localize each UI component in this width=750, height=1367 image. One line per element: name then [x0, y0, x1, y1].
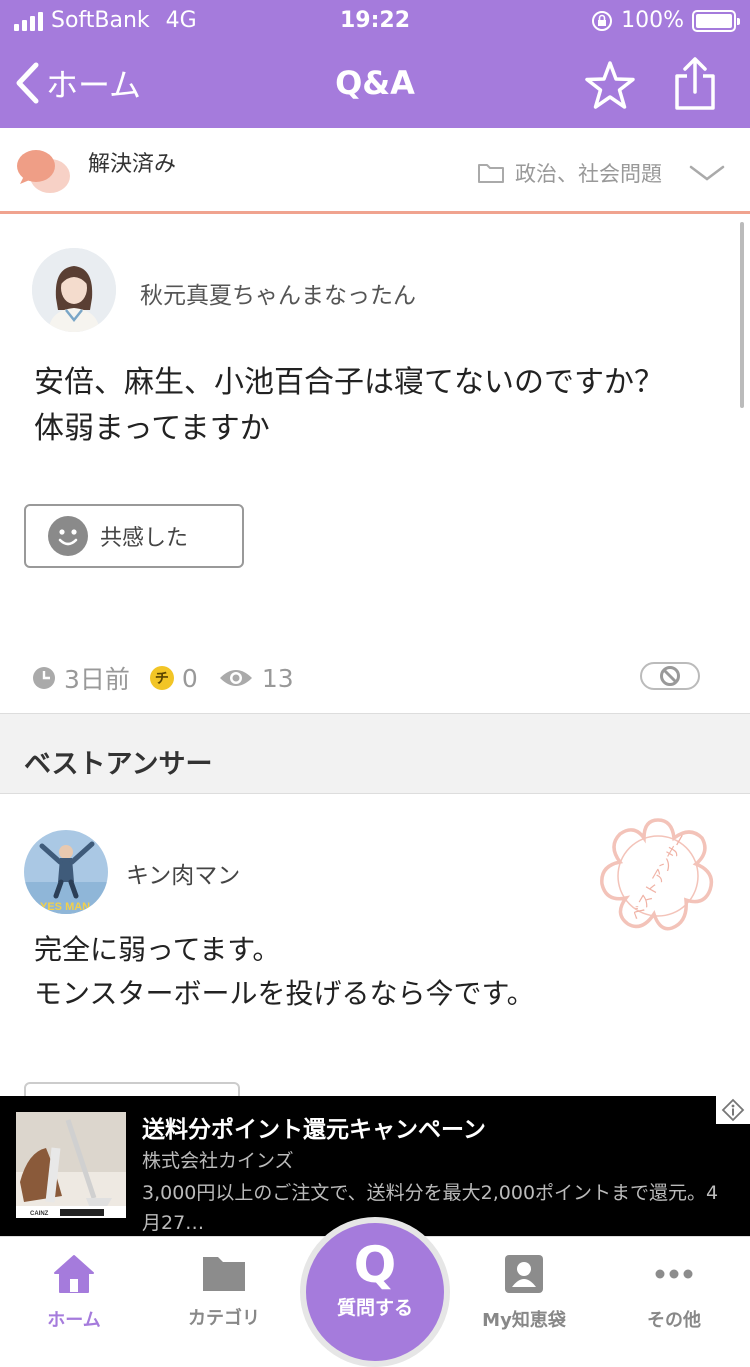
tab-label: My知恵袋	[482, 1310, 566, 1331]
tab-category[interactable]: カテゴリ	[164, 1253, 284, 1330]
answer-empathy-button[interactable]	[24, 1082, 240, 1096]
share-icon	[675, 57, 715, 110]
folder-icon	[203, 1257, 245, 1291]
ask-question-button[interactable]: Q 質問する	[300, 1217, 450, 1367]
status-bar: SoftBank 4G 19:22 100%	[0, 0, 750, 42]
best-answer-header: ベストアンサー	[0, 714, 750, 794]
more-icon	[655, 1269, 693, 1279]
answer-card: YES MAN キン肉マン ベストアンサー 完全に弱ってます。 モンスターボール…	[0, 794, 750, 1096]
answer-author[interactable]: キン肉マン	[126, 856, 240, 890]
battery-percent: 100%	[621, 8, 684, 33]
user-photo	[32, 248, 116, 332]
smile-icon	[48, 516, 88, 556]
resolved-label: 解決済み	[88, 152, 177, 177]
user-photo: YES MAN	[24, 830, 108, 914]
category-selector[interactable]: 政治、社会問題	[477, 158, 726, 188]
empathy-button[interactable]: 共感した	[24, 504, 244, 568]
share-button[interactable]	[672, 56, 718, 116]
ad-banner[interactable]: CAINZ 送料分ポイント還元キャンペーン 株式会社カインズ 3,000円以上の…	[0, 1096, 750, 1236]
coin-icon: チ	[149, 666, 174, 690]
question-card: 秋元真夏ちゃんまなったん 安倍、麻生、小池百合子は寝てないのですか？ 体弱まって…	[0, 214, 750, 714]
tab-home[interactable]: ホーム	[14, 1253, 134, 1332]
tab-my-chiebukuro[interactable]: My知恵袋	[464, 1253, 584, 1332]
ad-title[interactable]: 送料分ポイント還元キャンペーン	[142, 1110, 486, 1144]
ad-description: 3,000円以上のご注文で、送料分を最大2,000ポイントまで還元。4月27…	[142, 1182, 719, 1234]
ask-label: 質問する	[336, 1297, 413, 1319]
eye-icon	[219, 670, 252, 686]
report-button[interactable]	[640, 662, 700, 690]
home-icon	[54, 1255, 94, 1293]
question-author[interactable]: 秋元真夏ちゃんまなったん	[140, 276, 416, 310]
question-meta: 3日前 チ 0 13	[32, 660, 294, 696]
battery-icon	[692, 9, 740, 32]
posted-time: 3日前	[64, 665, 130, 694]
speech-bubbles-icon	[17, 150, 70, 193]
clock-icon	[33, 667, 55, 689]
tab-label: カテゴリ	[188, 1308, 260, 1329]
best-answer-stamp-icon: ベストアンサー	[600, 818, 714, 931]
avatar[interactable]: YES MAN	[24, 830, 108, 914]
answer-text: 完全に弱ってます。 モンスターボールを投げるなら今です。	[34, 928, 535, 1016]
star-icon	[585, 61, 635, 109]
stamp-text: ベストアンサー	[628, 831, 691, 924]
ad-image[interactable]: CAINZ	[16, 1112, 126, 1218]
page-title: Q&A	[335, 64, 415, 102]
tab-more[interactable]: その他	[614, 1253, 734, 1332]
tab-bar: ホーム カテゴリ Q 質問する My知恵袋 その他	[0, 1217, 750, 1367]
ad-logo-text: CAINZ	[30, 1211, 49, 1217]
tab-label: ホーム	[47, 1310, 101, 1331]
scrollbar[interactable]	[740, 222, 744, 408]
empathy-label: 共感した	[100, 526, 189, 551]
category-bar: 解決済み 政治、社会問題	[0, 128, 750, 214]
chevron-down-icon	[689, 165, 725, 181]
avatar-caption: YES MAN	[40, 901, 90, 913]
question-text-line: 安倍、麻生、小池百合子は寝てないのですか？	[34, 365, 664, 400]
info-icon	[721, 1098, 745, 1122]
profile-icon	[505, 1255, 543, 1293]
orientation-lock-icon	[592, 10, 613, 31]
favorite-button[interactable]	[584, 60, 636, 114]
avatar[interactable]	[32, 248, 116, 332]
ad-info-button[interactable]	[716, 1096, 750, 1124]
folder-icon	[478, 164, 504, 183]
category-label: 政治、社会問題	[515, 162, 662, 186]
question-text-line: 体弱まってますか	[34, 411, 270, 446]
ad-company: 株式会社カインズ	[142, 1150, 294, 1172]
prohibited-icon	[660, 666, 680, 686]
best-answer-title: ベストアンサー	[24, 749, 213, 780]
answer-text-line: 完全に弱ってます。	[34, 933, 281, 966]
q-icon: Q	[353, 1236, 397, 1294]
answer-text-line: モンスターボールを投げるなら今です。	[34, 977, 535, 1010]
tab-label: その他	[647, 1310, 701, 1331]
nav-bar: ホーム Q&A	[0, 42, 750, 128]
view-count: 13	[261, 663, 294, 693]
coin-count: 0	[181, 663, 198, 693]
question-text: 安倍、麻生、小池百合子は寝てないのですか？ 体弱まってますか	[34, 360, 724, 452]
